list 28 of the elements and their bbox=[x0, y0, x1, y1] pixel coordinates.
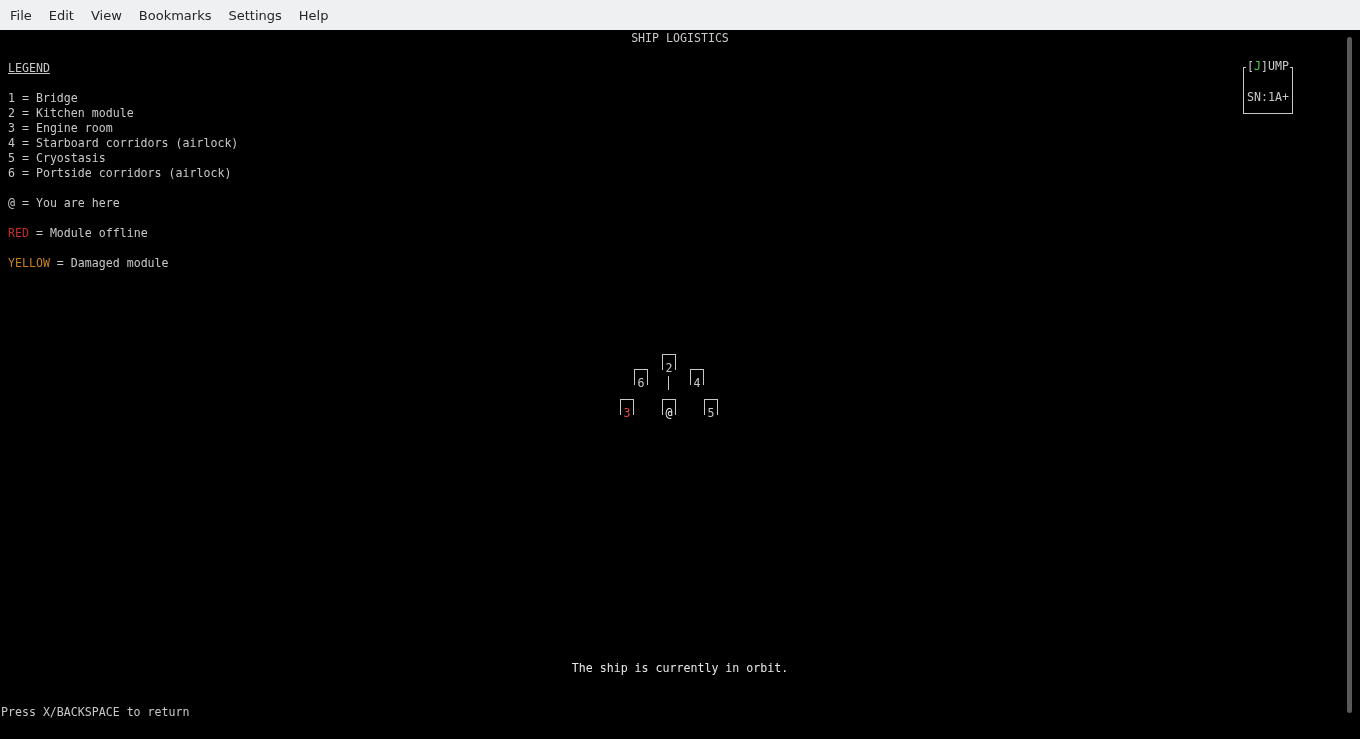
legend-entry: @ = You are here bbox=[8, 196, 120, 211]
legend-entry: RED = Module offline bbox=[8, 226, 148, 241]
module-node: 2 bbox=[662, 354, 676, 374]
legend-entry: 1 = Bridge bbox=[8, 91, 78, 106]
screen-title: SHIP LOGISTICS bbox=[630, 30, 730, 46]
legend-heading: LEGEND bbox=[8, 61, 50, 76]
menu-item[interactable]: View bbox=[82, 3, 130, 27]
status-message: The ship is currently in orbit. bbox=[570, 661, 790, 676]
legend-entry: 4 = Starboard corridors (airlock) bbox=[8, 136, 239, 151]
player-room-node: @ bbox=[662, 399, 676, 419]
legend-entry: YELLOW = Damaged module bbox=[8, 256, 169, 271]
legend-entry: 6 = Portside corridors (airlock) bbox=[8, 166, 232, 181]
module-node: 6 bbox=[634, 369, 648, 389]
module-node: 4 bbox=[690, 369, 704, 389]
menu-item[interactable]: Help bbox=[290, 3, 337, 27]
corridor-line bbox=[668, 376, 669, 390]
scrollbar[interactable] bbox=[1347, 37, 1352, 713]
legend-entry: 2 = Kitchen module bbox=[8, 106, 134, 121]
menu-item[interactable]: Settings bbox=[220, 3, 290, 27]
legend-entry: 5 = Cryostasis bbox=[8, 151, 106, 166]
menu-item[interactable]: Edit bbox=[40, 3, 82, 27]
legend-entry: 3 = Engine room bbox=[8, 121, 113, 136]
menu-item[interactable]: File bbox=[2, 3, 40, 27]
menu-item[interactable]: Bookmarks bbox=[130, 3, 220, 27]
return-hint: Press X/BACKSPACE to return bbox=[1, 705, 190, 720]
module-node: 5 bbox=[704, 399, 718, 419]
module-node: 3 bbox=[620, 399, 634, 419]
jump-panel[interactable]: [J]UMP SN:1A+ bbox=[1243, 59, 1293, 114]
